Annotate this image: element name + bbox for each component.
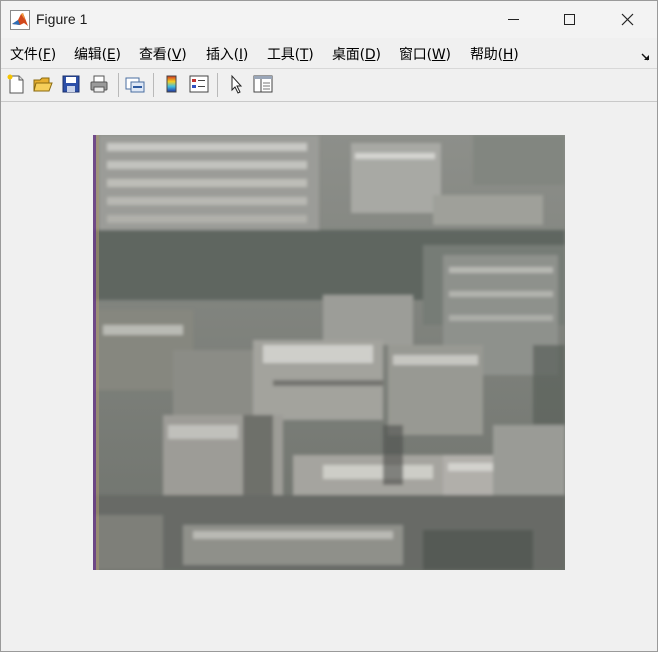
open-file-icon[interactable] bbox=[32, 73, 54, 95]
title-bar[interactable]: Figure 1 bbox=[1, 1, 657, 38]
maximize-icon bbox=[564, 14, 575, 25]
menu-file[interactable]: 文件(F) bbox=[10, 44, 56, 64]
menu-view[interactable]: 查看(V) bbox=[139, 44, 187, 64]
menu-insert[interactable]: 插入(I) bbox=[206, 44, 248, 64]
close-icon bbox=[621, 13, 634, 26]
toolbar-separator bbox=[153, 73, 154, 97]
new-figure-icon[interactable] bbox=[5, 73, 27, 95]
property-inspector-icon[interactable] bbox=[252, 73, 274, 95]
toolbar-separator bbox=[217, 73, 218, 97]
menu-desktop[interactable]: 桌面(D) bbox=[332, 44, 381, 64]
insert-colorbar-icon[interactable] bbox=[161, 73, 183, 95]
edit-plot-arrow-icon[interactable] bbox=[225, 73, 247, 95]
save-icon[interactable] bbox=[60, 73, 82, 95]
maximize-button[interactable] bbox=[541, 1, 599, 38]
matlab-logo-icon bbox=[10, 10, 30, 30]
figure-window: Figure 1 文件(F) 编辑(E) 查看(V) 插入(I) 工具(T) 桌… bbox=[0, 0, 658, 652]
print-icon[interactable] bbox=[88, 73, 110, 95]
menu-bar: 文件(F) 编辑(E) 查看(V) 插入(I) 工具(T) 桌面(D) 窗口(W… bbox=[1, 38, 657, 68]
menu-window[interactable]: 窗口(W) bbox=[399, 44, 451, 64]
minimize-button[interactable] bbox=[484, 1, 542, 38]
window-title: Figure 1 bbox=[36, 11, 88, 27]
dock-arrow-icon[interactable] bbox=[641, 47, 651, 66]
menu-help[interactable]: 帮助(H) bbox=[470, 44, 519, 64]
menu-tools[interactable]: 工具(T) bbox=[267, 44, 314, 64]
photo-image bbox=[93, 135, 565, 570]
figure-canvas[interactable] bbox=[1, 102, 657, 651]
insert-legend-icon[interactable] bbox=[188, 73, 210, 95]
link-plot-icon[interactable] bbox=[124, 73, 146, 95]
toolbar-separator bbox=[118, 73, 119, 97]
menu-edit[interactable]: 编辑(E) bbox=[74, 44, 121, 64]
close-button[interactable] bbox=[599, 1, 657, 38]
toolbar bbox=[1, 69, 657, 101]
